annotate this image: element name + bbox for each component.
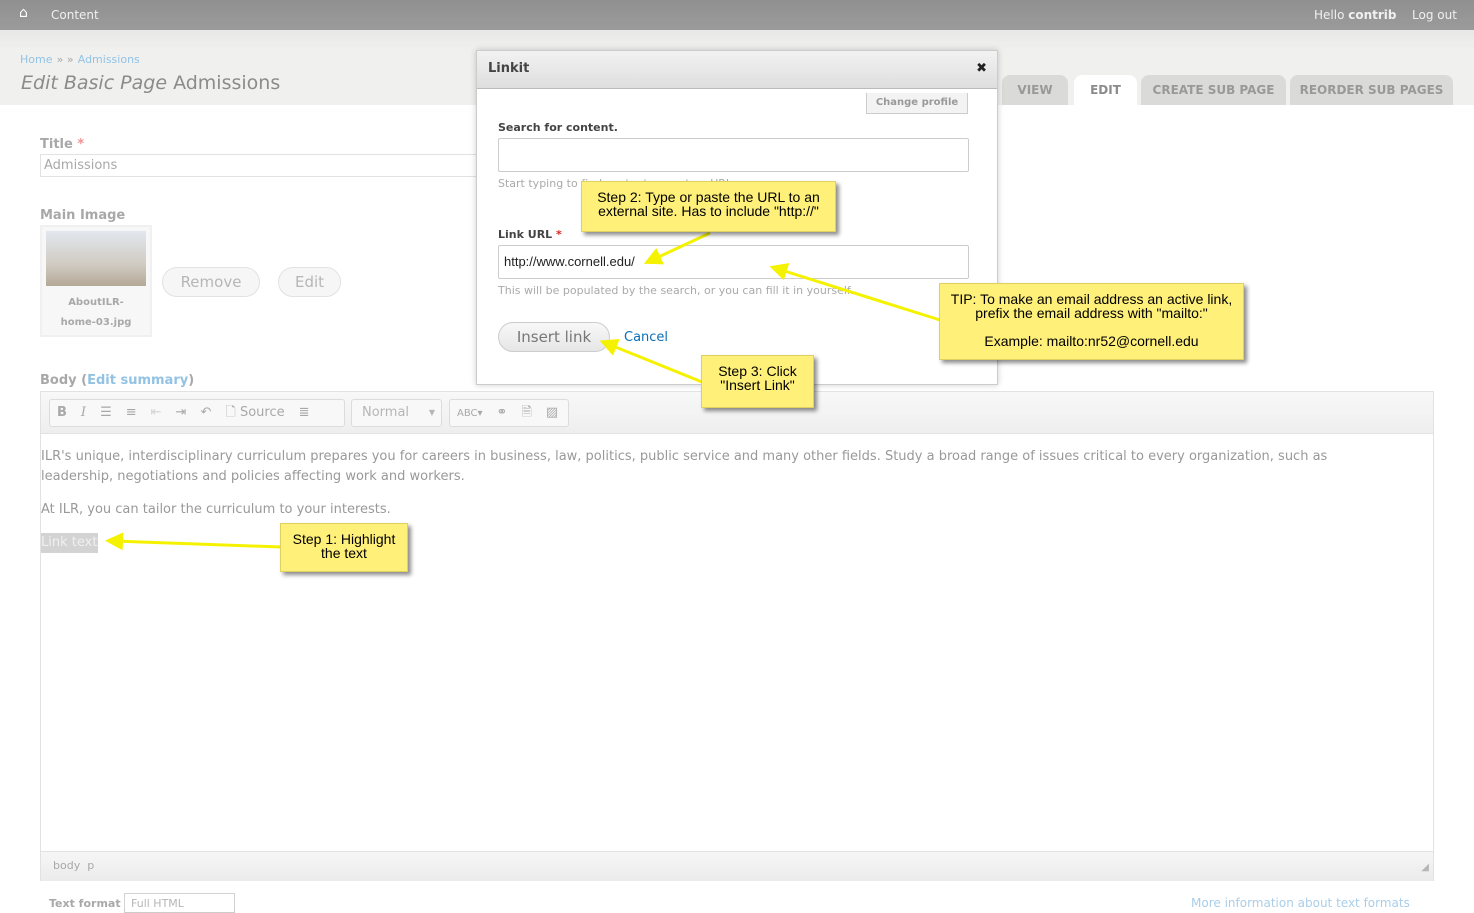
breadcrumb-home[interactable]: Home [20,53,52,66]
page-title-type: Edit Basic Page [21,72,168,94]
username: contrib [1348,8,1397,22]
main-image-label: Main Image [40,208,126,223]
breadcrumb-admissions[interactable]: Admissions [78,53,140,66]
search-input[interactable] [498,138,969,172]
tab-view[interactable]: VIEW [1002,75,1068,105]
callout-step3: Step 3: Click "Insert Link" [701,355,814,408]
dialog-titlebar: Linkit ✖ [477,51,997,89]
body-paragraph-2: At ILR, you can tailor the curriculum to… [41,502,391,517]
callout-tip: TIP: To make an email address an active … [939,283,1244,360]
text-format-label: Text format [49,897,121,910]
body-paragraph-1: ILR's unique, interdisciplinary curricul… [41,449,1328,484]
edit-summary-link[interactable]: Edit summary [87,373,188,388]
tab-reorder-sub-pages[interactable]: REORDER SUB PAGES [1290,75,1453,105]
insert-link-button[interactable]: Insert link [498,322,610,352]
breadcrumb: Home » » Admissions [20,52,140,67]
text-format-select[interactable]: Full HTML [124,893,235,913]
dialog-title: Linkit [488,61,530,76]
outdent-icon[interactable]: ⇤ [144,400,169,426]
source-button[interactable]: 🗋 Source [218,400,291,426]
url-description: This will be populated by the search, or… [498,284,854,297]
spellcheck-icon[interactable]: ABC▾ [450,401,490,427]
body-label: Body (Edit summary) [40,373,195,388]
tab-create-sub-page[interactable]: CREATE SUB PAGE [1141,75,1286,105]
page-title-name: Admissions [173,72,281,94]
italic-icon[interactable]: I [74,400,93,426]
breadcrumb-sep: » » [56,53,74,66]
resize-handle-icon[interactable]: ◢ [1421,862,1429,873]
selected-link-text[interactable]: Link text [41,533,99,553]
edit-image-button[interactable]: Edit [278,267,341,297]
page-title: Edit Basic Page Admissions [21,72,280,94]
format-select[interactable]: Normal ▼ [351,399,442,427]
home-icon[interactable]: ⌂ [19,5,28,21]
change-profile-button[interactable]: Change profile [866,93,968,114]
image-filename: AboutILR-home-03.jpg [60,297,132,328]
element-path[interactable]: body p [53,859,94,872]
editor-statusbar: body p ◢ [41,851,1433,881]
chevron-down-icon: ▼ [428,408,435,417]
close-icon[interactable]: ✖ [976,51,987,87]
title-label: Title * [40,137,85,152]
link-icon[interactable]: ⚭ [490,400,515,426]
content-link[interactable]: Content [51,8,99,22]
greeting: Hello contrib [1314,8,1397,22]
cancel-link[interactable]: Cancel [624,330,668,345]
document-icon[interactable]: 🗎 [514,400,538,426]
url-label: Link URL * [498,228,562,241]
hello-text: Hello [1314,8,1345,22]
horizontal-rule-icon[interactable]: ≣ [292,400,317,426]
image-thumbnail: AboutILR-home-03.jpg [40,225,152,337]
indent-icon[interactable]: ⇥ [169,400,194,426]
url-input[interactable]: http://www.cornell.edu/ [498,245,969,279]
bold-icon[interactable]: B [50,400,74,426]
image-icon[interactable]: ▨ [539,400,565,426]
callout-step2: Step 2: Type or paste the URL to an exte… [581,181,836,232]
tab-edit[interactable]: EDIT [1074,75,1137,105]
rich-text-editor[interactable]: B I ☰ ≡ ⇤ ⇥ ↶ 🗋 Source ≣ Normal ▼ ABC▾ ⚭ 🗎 ▨ ILR's u… [40,391,1434,881]
numbered-list-icon[interactable]: ≡ [119,400,144,426]
image-preview [46,231,146,286]
title-input[interactable]: Admissions [40,154,480,177]
toolbar-group-basic: B I ☰ ≡ ⇤ ⇥ ↶ 🗋 Source ≣ [49,399,345,427]
toolbar-group-tools: ABC▾ ⚭ 🗎 ▨ [449,399,569,427]
bulleted-list-icon[interactable]: ☰ [93,400,119,426]
search-label: Search for content. [498,121,618,134]
logout-link[interactable]: Log out [1412,8,1457,22]
top-bar: ⌂ Content Hello contrib Log out [0,0,1474,30]
callout-step1: Step 1: Highlight the text [280,523,408,572]
remove-button[interactable]: Remove [162,267,260,297]
undo-icon[interactable]: ↶ [193,400,218,426]
